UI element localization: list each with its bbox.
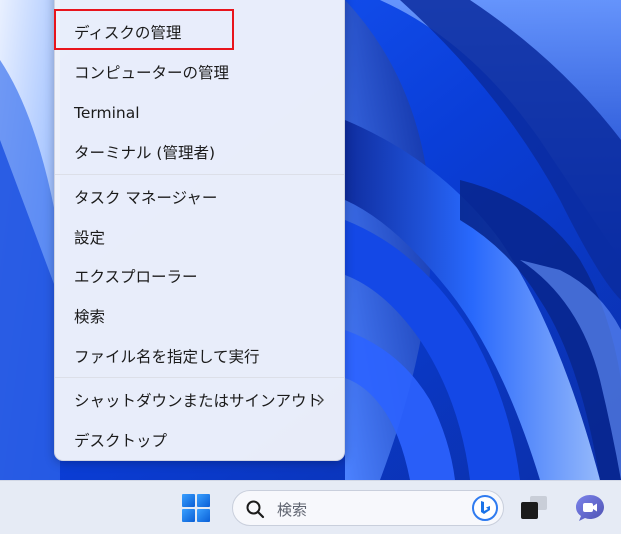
- search-placeholder: 検索: [277, 501, 308, 519]
- menu-item-label: デスクトップ: [74, 432, 168, 450]
- chat-icon[interactable]: [574, 493, 606, 523]
- menu-item-explorer[interactable]: エクスプローラー: [55, 258, 344, 294]
- start-context-menu: ディスクの管理 コンピューターの管理 Terminal ターミナル (管理者) …: [54, 0, 345, 461]
- menu-item-shutdown-signout[interactable]: シャットダウンまたはサインアウト: [55, 382, 344, 418]
- taskbar-search-box[interactable]: 検索: [232, 490, 504, 526]
- search-icon: [246, 500, 265, 519]
- menu-item-search[interactable]: 検索: [55, 298, 344, 334]
- menu-item-terminal-admin[interactable]: ターミナル (管理者): [55, 134, 344, 170]
- windows-start-icon[interactable]: [180, 493, 212, 523]
- menu-item-label: 検索: [74, 308, 106, 326]
- menu-item-label: タスク マネージャー: [74, 189, 218, 207]
- task-view-icon[interactable]: [518, 494, 550, 522]
- menu-item-label: 設定: [74, 229, 106, 247]
- menu-item-run[interactable]: ファイル名を指定して実行: [55, 338, 344, 374]
- taskbar: 検索: [0, 480, 621, 534]
- menu-item-terminal[interactable]: Terminal: [55, 95, 344, 131]
- menu-item-label: エクスプローラー: [74, 268, 198, 286]
- menu-separator: [55, 377, 344, 378]
- menu-item-label: シャットダウンまたはサインアウト: [74, 392, 323, 410]
- menu-item-desktop[interactable]: デスクトップ: [55, 422, 344, 458]
- menu-item-label: Terminal: [74, 104, 140, 122]
- menu-item-label: ファイル名を指定して実行: [74, 348, 260, 366]
- menu-item-settings[interactable]: 設定: [55, 219, 344, 255]
- desktop-screen: ディスクの管理 コンピューターの管理 Terminal ターミナル (管理者) …: [0, 0, 621, 534]
- menu-item-computer-management[interactable]: コンピューターの管理: [55, 54, 344, 90]
- chevron-right-icon: [317, 394, 324, 406]
- menu-item-task-manager[interactable]: タスク マネージャー: [55, 179, 344, 215]
- highlight-annotation-box: [54, 9, 234, 50]
- menu-item-label: ターミナル (管理者): [74, 144, 216, 162]
- bing-icon[interactable]: [471, 494, 499, 522]
- menu-item-label: コンピューターの管理: [74, 64, 230, 82]
- menu-separator: [55, 174, 344, 175]
